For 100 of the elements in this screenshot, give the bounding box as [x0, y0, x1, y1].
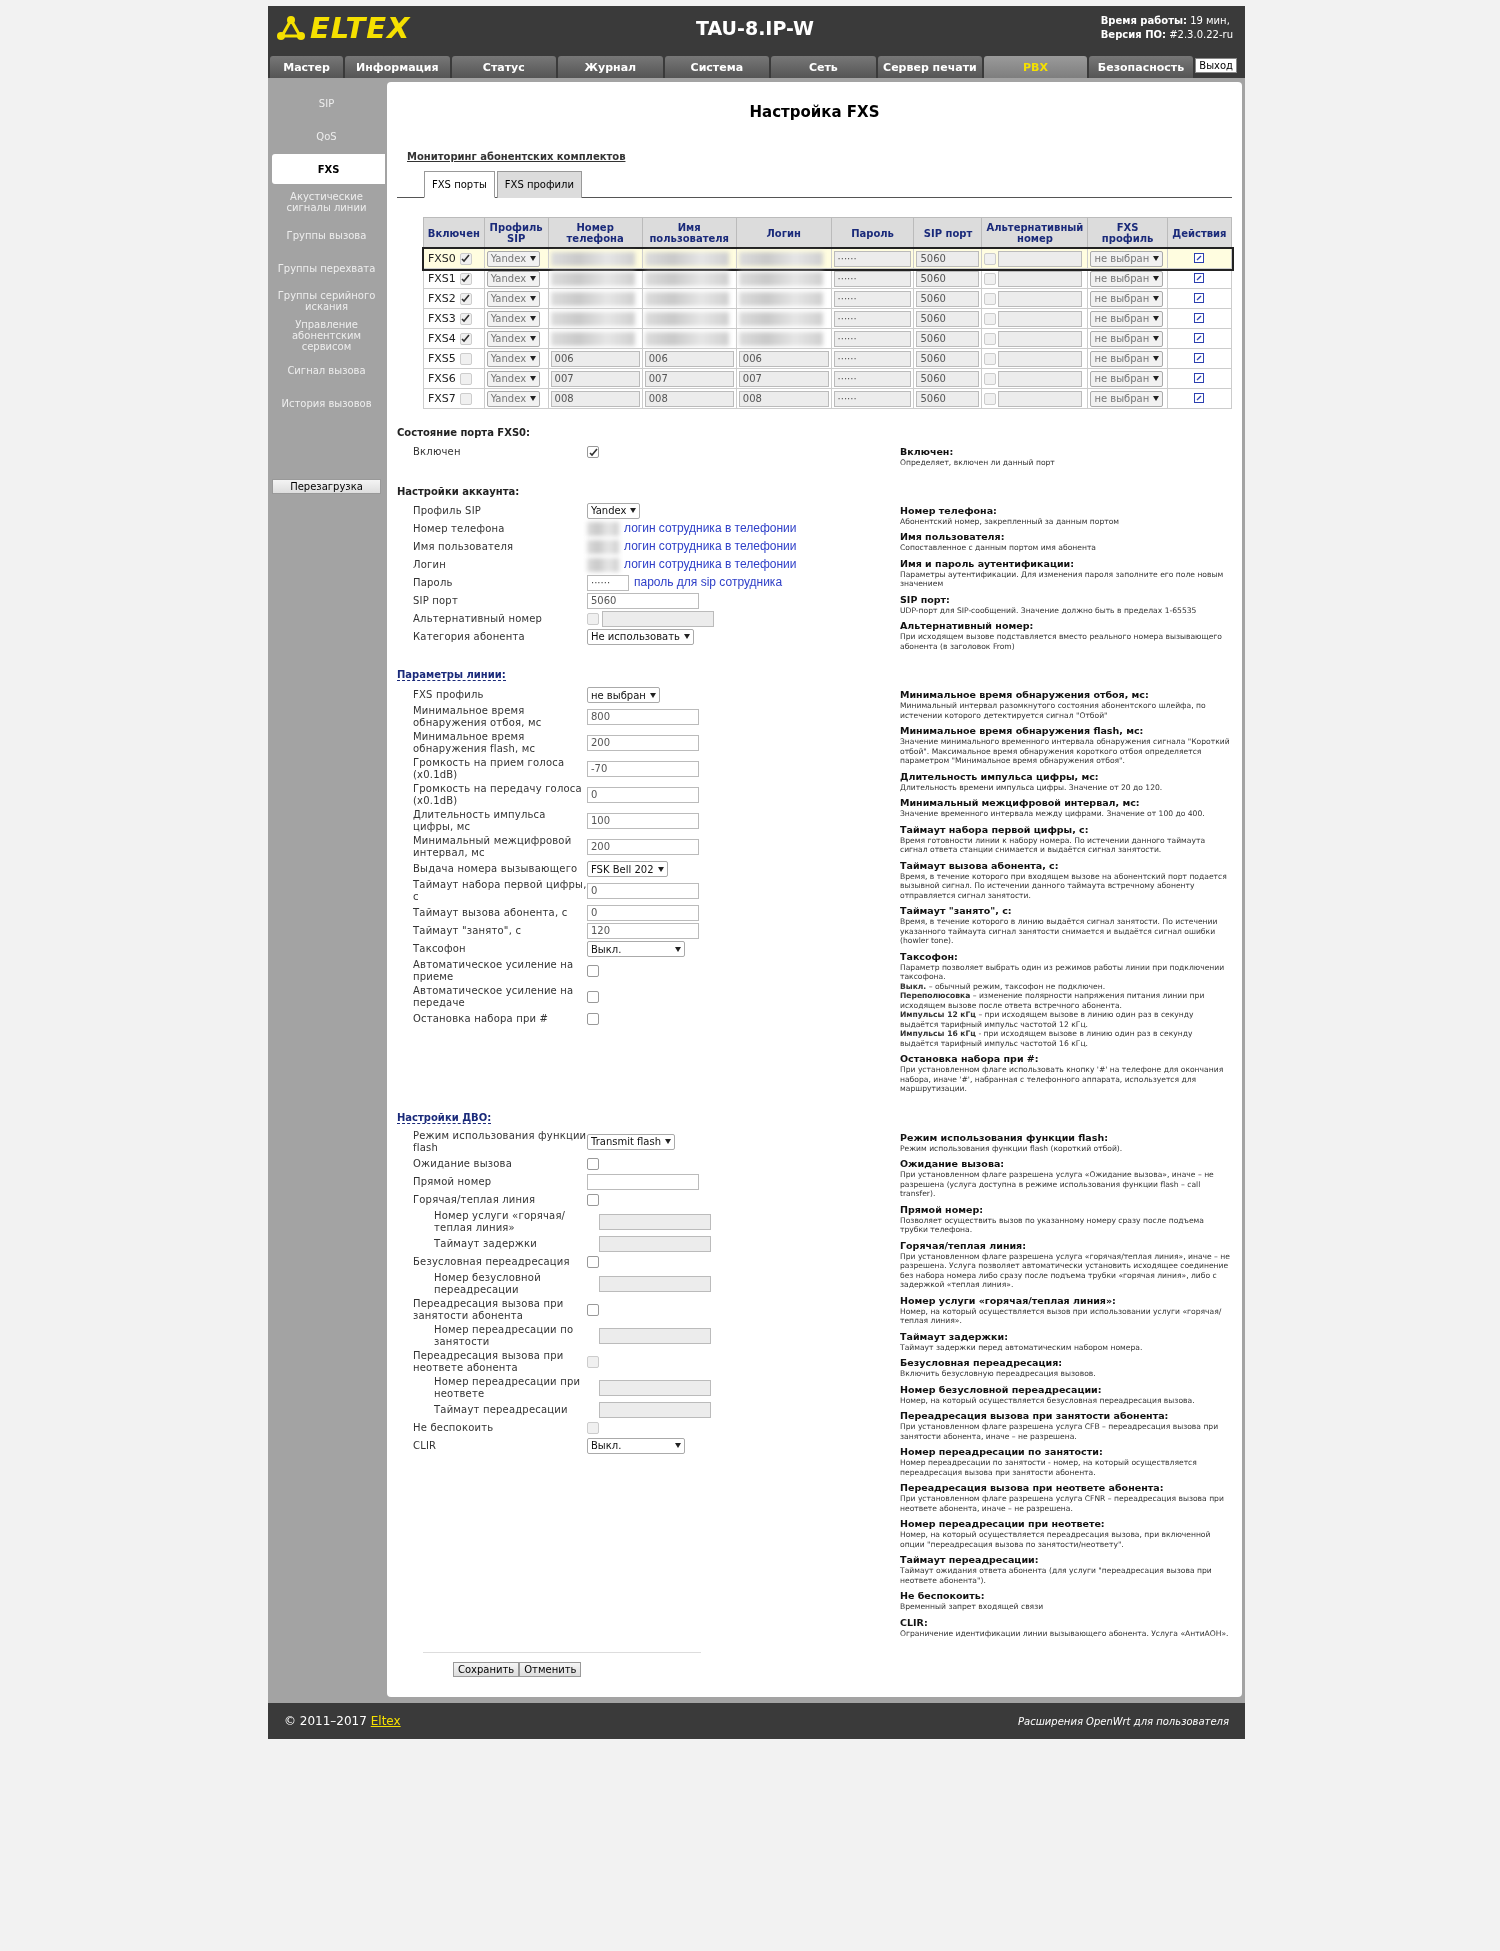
password-field[interactable]: ······ [833, 370, 912, 387]
checkbox[interactable] [984, 292, 997, 305]
checkbox[interactable] [587, 1255, 599, 1268]
nav-tab[interactable]: Безопасность [1088, 56, 1194, 78]
table-field[interactable] [998, 390, 1083, 407]
input-field[interactable]: 0 [587, 905, 699, 921]
table-field[interactable]: 007 [550, 370, 640, 387]
eltex-link[interactable]: Eltex [370, 1714, 401, 1728]
checkbox[interactable] [459, 372, 472, 385]
port-row[interactable]: FXS6 Yandex 007 007 007 ······ 5060 не выбран [423, 368, 1232, 389]
table-field[interactable] [998, 310, 1083, 327]
input-field[interactable]: 0 [587, 787, 699, 803]
checkbox[interactable] [587, 991, 599, 1003]
sip-port-field[interactable]: 5060 [916, 390, 980, 407]
table-field[interactable] [998, 250, 1083, 267]
input-field[interactable]: 200 [587, 735, 699, 751]
dropdown[interactable]: не выбран [1090, 390, 1164, 407]
dropdown[interactable]: Yandex [486, 290, 541, 307]
dropdown[interactable]: Не использовать [587, 628, 694, 645]
sip-port-field[interactable]: 5060 [916, 290, 980, 307]
edit-icon[interactable] [1194, 352, 1205, 363]
checkbox[interactable] [459, 392, 472, 405]
dropdown[interactable]: не выбран [1090, 330, 1164, 347]
port-row[interactable]: FXS7 Yandex 008 008 008 ······ 5060 не выбран [423, 388, 1232, 409]
checkbox[interactable] [984, 332, 997, 345]
dropdown[interactable]: не выбран [1090, 350, 1164, 367]
input-field[interactable]: 0 [587, 883, 699, 899]
nav-tab[interactable]: Система [664, 56, 770, 78]
dropdown[interactable]: не выбран [1090, 250, 1164, 267]
nav-tab[interactable]: Журнал [558, 56, 663, 78]
table-field[interactable] [998, 370, 1083, 387]
edit-icon[interactable] [1194, 372, 1205, 383]
section-title[interactable]: Настройки ДВО: [397, 1111, 492, 1124]
input-field[interactable]: 800 [587, 709, 699, 725]
nav-tab[interactable]: Сервер печати [877, 56, 983, 78]
table-field[interactable] [998, 290, 1083, 307]
sub-tab[interactable]: FXS порты [424, 171, 495, 198]
password-field[interactable]: ······ [587, 574, 629, 591]
dropdown[interactable]: Yandex [486, 370, 541, 387]
input-field[interactable]: 100 [587, 813, 699, 829]
checkbox[interactable] [587, 1013, 599, 1025]
checkbox[interactable] [984, 272, 997, 285]
dropdown[interactable]: не выбран [1090, 310, 1164, 327]
sub-tab[interactable]: FXS профили [496, 171, 582, 198]
table-field[interactable]: 007 [644, 370, 734, 387]
dropdown[interactable]: FSK Bell 202 [587, 861, 668, 877]
dropdown[interactable]: не выбран [587, 687, 660, 703]
table-field[interactable]: 008 [738, 390, 829, 407]
dropdown[interactable]: Выкл. [587, 941, 685, 957]
input-field[interactable]: 200 [587, 839, 699, 855]
sip-port-field[interactable]: 5060 [916, 350, 980, 367]
dropdown[interactable]: Выкл. [587, 1437, 685, 1454]
port-row[interactable]: FXS2 Yandex ······ 5060 не выбран [423, 288, 1232, 309]
dropdown[interactable]: Yandex [486, 350, 541, 367]
edit-icon[interactable] [1194, 312, 1205, 323]
password-field[interactable]: ······ [833, 310, 912, 327]
checkbox[interactable] [459, 352, 472, 365]
dropdown[interactable]: Yandex [486, 250, 541, 267]
edit-icon[interactable] [1194, 252, 1205, 263]
monitoring-link[interactable]: Мониторинг абонентских комплектов [407, 151, 626, 162]
table-field[interactable]: 008 [644, 390, 734, 407]
input-field[interactable] [587, 1173, 699, 1190]
nav-tab[interactable]: Сеть [771, 56, 876, 78]
password-field[interactable]: ······ [833, 250, 912, 267]
port-row[interactable]: FXS5 Yandex 006 006 006 ······ 5060 не выбран [423, 348, 1232, 369]
nav-tab[interactable]: Информация [345, 56, 450, 78]
sip-port-field[interactable]: 5060 [916, 310, 980, 327]
dropdown[interactable]: Yandex [486, 330, 541, 347]
sip-port-field[interactable]: 5060 [916, 330, 980, 347]
table-field[interactable] [998, 330, 1083, 347]
nav-tab[interactable]: Статус [451, 56, 557, 78]
table-field[interactable]: 006 [738, 350, 829, 367]
checkbox[interactable] [984, 352, 997, 365]
edit-icon[interactable] [1194, 292, 1205, 303]
password-field[interactable]: ······ [833, 290, 912, 307]
dropdown[interactable]: Transmit flash [587, 1133, 676, 1150]
checkbox[interactable] [587, 1157, 599, 1170]
checkbox[interactable] [459, 292, 472, 305]
dropdown[interactable]: не выбран [1090, 290, 1164, 307]
form-button[interactable]: Отменить [519, 1662, 582, 1677]
password-field[interactable]: ······ [833, 390, 912, 407]
port-row[interactable]: FXS4 Yandex ······ 5060 не выбран [423, 328, 1232, 349]
checkbox[interactable] [984, 312, 997, 325]
input-field[interactable]: 5060 [587, 592, 699, 609]
checkbox[interactable] [459, 272, 472, 285]
checkbox[interactable] [984, 252, 997, 265]
table-field[interactable]: 006 [550, 350, 640, 367]
port-row[interactable]: FXS3 Yandex ······ 5060 не выбран [423, 308, 1232, 329]
checkbox[interactable] [587, 965, 599, 977]
checkbox[interactable] [587, 446, 599, 458]
logout-button[interactable]: Выход [1195, 57, 1237, 73]
password-field[interactable]: ······ [833, 350, 912, 367]
checkbox[interactable] [459, 312, 472, 325]
dropdown[interactable]: Yandex [486, 390, 541, 407]
checkbox[interactable] [984, 372, 997, 385]
table-field[interactable]: 006 [644, 350, 734, 367]
table-field[interactable]: 008 [550, 390, 640, 407]
dropdown[interactable]: Yandex [486, 310, 541, 327]
checkbox[interactable] [587, 1193, 599, 1206]
table-field[interactable] [998, 350, 1083, 367]
